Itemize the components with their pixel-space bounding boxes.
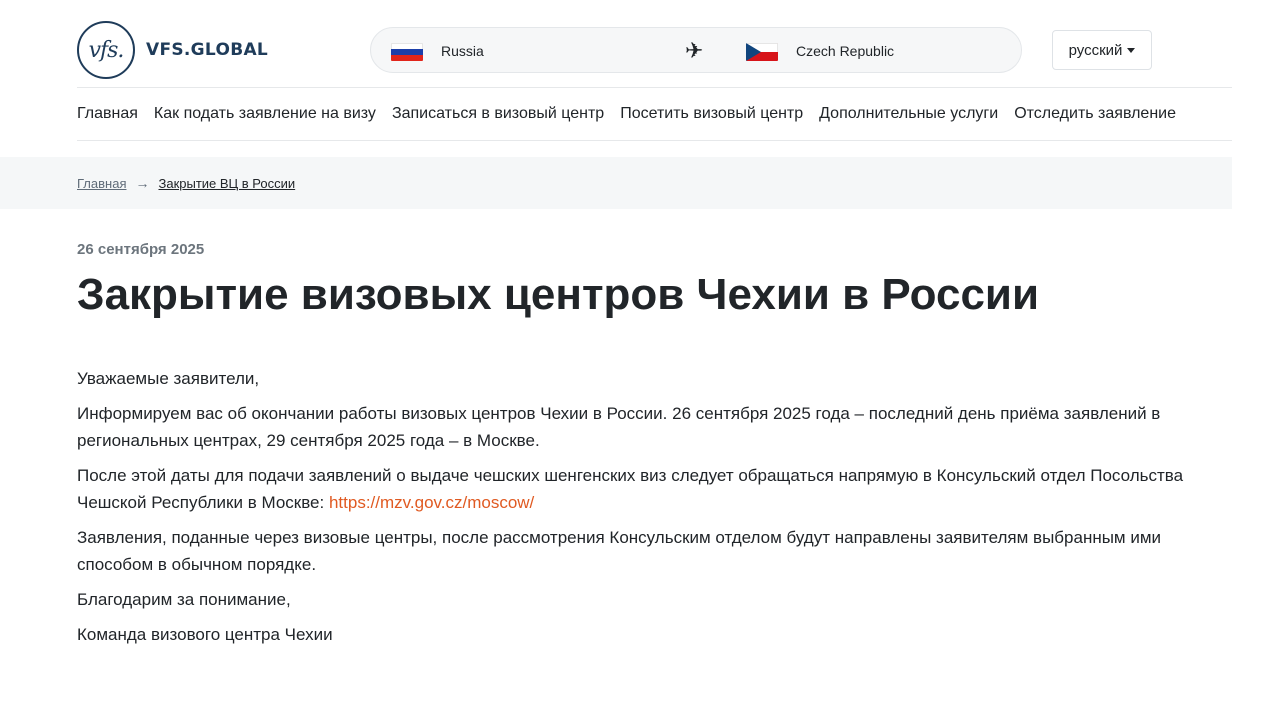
- nav-item-home[interactable]: Главная: [77, 105, 138, 123]
- nav-item-how-to-apply[interactable]: Как подать заявление на визу: [154, 105, 376, 123]
- article-date: 26 сентября 2025: [77, 241, 205, 258]
- plane-icon: ✈: [685, 38, 704, 63]
- arrow-right-icon: →: [135, 175, 150, 191]
- language-label: русский: [1068, 41, 1123, 59]
- russia-flag-icon: [391, 43, 423, 61]
- article-body: Уважаемые заявители, Информируем вас об …: [77, 365, 1227, 656]
- greeting: Уважаемые заявители,: [77, 369, 260, 388]
- nav-item-track-application[interactable]: Отследить заявление: [1014, 105, 1176, 123]
- breadcrumb-current[interactable]: Закрытие ВЦ в России: [158, 176, 295, 191]
- breadcrumb: Главная → Закрытие ВЦ в России: [0, 157, 1232, 209]
- site-header: vfs. VFS.GLOBAL Russia ✈ Czech Republic …: [0, 0, 1267, 100]
- logo-mark-icon: vfs.: [77, 21, 135, 79]
- paragraph-applications-info: Заявления, поданные через визовые центры…: [77, 528, 1162, 574]
- paragraph-consulate-text: После этой даты для подачи заявлений о в…: [77, 466, 1184, 512]
- signature: Команда визового центра Чехии: [77, 625, 333, 644]
- from-country[interactable]: Russia: [441, 43, 484, 59]
- route-selector[interactable]: Russia ✈ Czech Republic: [370, 27, 1022, 73]
- paragraph-closure-info: Информируем вас об окончании работы визо…: [77, 404, 1161, 450]
- paragraph-consulate-info: После этой даты для подачи заявлений о в…: [77, 462, 1227, 516]
- page-title: Закрытие визовых центров Чехии в России: [77, 270, 1040, 319]
- caret-down-icon: [1127, 47, 1136, 53]
- thanks: Благодарим за понимание,: [77, 590, 291, 609]
- vfs-logo[interactable]: vfs. VFS.GLOBAL: [77, 21, 268, 79]
- logo-text: VFS.GLOBAL: [146, 40, 269, 60]
- to-country[interactable]: Czech Republic: [796, 43, 894, 59]
- nav-item-additional-services[interactable]: Дополнительные услуги: [819, 105, 998, 123]
- language-dropdown[interactable]: русский: [1052, 30, 1152, 70]
- czech-flag-icon: [746, 43, 778, 61]
- nav-item-book-appointment[interactable]: Записаться в визовый центр: [392, 105, 604, 123]
- breadcrumb-home[interactable]: Главная: [77, 176, 126, 191]
- main-nav: Главная Как подать заявление на визу Зап…: [77, 87, 1232, 141]
- nav-item-visit-centre[interactable]: Посетить визовый центр: [620, 105, 803, 123]
- consulate-link[interactable]: https://mzv.gov.cz/moscow/: [329, 493, 534, 512]
